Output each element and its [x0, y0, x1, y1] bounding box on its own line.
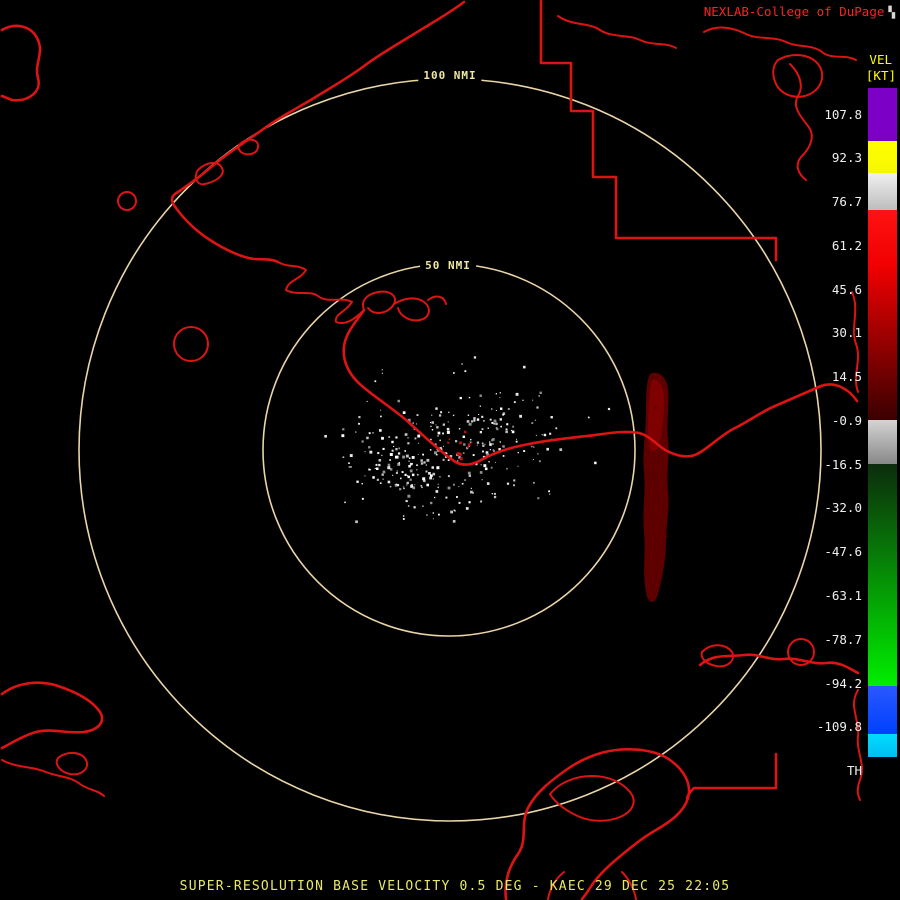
boundary-steps-bottom [685, 752, 778, 800]
coastline-spit-loops [194, 138, 260, 186]
range-ring-50nmi [262, 263, 636, 637]
site-title: NEXLAB-College of DuPage ▚ [704, 4, 895, 19]
coastline-right-edge-lower [853, 689, 863, 801]
coastline-main-south [342, 308, 859, 466]
colorbar-title: VEL [869, 52, 892, 67]
colorbar-tick: 30.1 [831, 325, 862, 341]
colorbar-tick: 107.8 [824, 106, 862, 122]
colorbar-segment [868, 686, 897, 734]
island-bottomleft [55, 752, 88, 776]
velocity-echo-specks [324, 356, 668, 540]
colorbar-tick: -78.7 [824, 631, 862, 647]
colorbar-tick: -63.1 [824, 587, 862, 603]
colorbar-tick: 14.5 [831, 369, 862, 385]
colorbar-segment [868, 210, 897, 268]
coastline-bottomright [698, 653, 860, 675]
colorbar-tick: 92.3 [831, 150, 862, 166]
coastline-bottom-lake [504, 748, 691, 900]
radar-map [0, 0, 863, 900]
boundary-steps-top [539, 0, 778, 262]
product-caption: SUPER-RESOLUTION BASE VELOCITY 0.5 DEG -… [179, 879, 731, 894]
lake-inner-island [549, 775, 635, 822]
island-ring-small [117, 191, 137, 211]
site-title-text: NEXLAB-College of DuPage [703, 4, 885, 19]
range-ring-label-100nmi: 100 NMI [418, 68, 482, 83]
colorbar-tick: -94.2 [824, 675, 862, 691]
colorbar-tick: 76.7 [831, 194, 862, 210]
colorbar-footer: TH [846, 763, 862, 778]
colorbar-tick: 61.2 [831, 237, 862, 253]
colorbar-tick: -47.6 [824, 544, 862, 560]
colorbar-segment [868, 464, 897, 686]
colorbar-segment [868, 173, 897, 210]
colorbar-segment [868, 141, 897, 173]
colorbar-segment [868, 88, 897, 141]
range-ring-label-50nmi: 50 NMI [420, 258, 476, 273]
coastline-bottomleft-b [1, 759, 105, 797]
velocity-colorbar [868, 88, 897, 770]
colorbar-segment [868, 734, 897, 757]
map-outlines [0, 0, 863, 900]
title-badge-icon: ▚ [888, 6, 895, 19]
island-ring-medium [173, 326, 209, 362]
colorbar-tick: -0.9 [831, 412, 862, 428]
colorbar-unit: [KT] [865, 68, 896, 83]
coastline-topleft-arc [170, 0, 466, 264]
colorbar-segment [868, 268, 897, 420]
range-ring-100nmi [78, 78, 822, 822]
coastline-topright-a [557, 15, 677, 49]
range-rings [78, 78, 822, 822]
coastline-topright-b [703, 26, 857, 61]
island-topleft-corner [0, 24, 42, 102]
coastline-bottomleft-a [0, 681, 104, 750]
radar-display: 100 NMI 50 NMI NEXLAB-College of DuPage ▚… [0, 0, 900, 900]
colorbar-tick: 45.6 [831, 281, 862, 297]
colorbar-segment [868, 420, 897, 464]
colorbar-tick: -32.0 [824, 500, 862, 516]
colorbar-tick: -16.5 [824, 456, 862, 472]
colorbar-tick: -109.8 [816, 719, 862, 735]
